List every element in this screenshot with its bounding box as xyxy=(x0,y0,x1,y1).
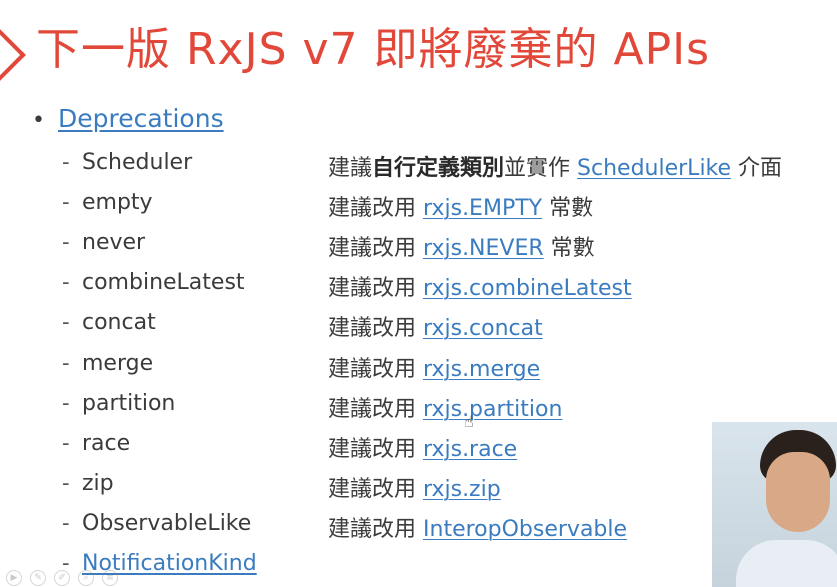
rec-link[interactable]: InteropObservable xyxy=(423,517,627,542)
api-name: merge xyxy=(82,351,154,376)
row-dash: - xyxy=(62,391,70,415)
rec-suffix: 常數 xyxy=(549,196,594,221)
rec-link[interactable]: SchedulerLike xyxy=(577,156,731,181)
deprecation-row: - Scheduler 建議自行定義類別並實作 SchedulerLike 介面 xyxy=(0,150,837,186)
row-dash: - xyxy=(62,190,70,214)
rec-link[interactable]: rxjs.combineLatest xyxy=(423,276,632,301)
rec-prefix: 建議改用 xyxy=(328,196,417,221)
deprecation-row: - never 建議改用 rxjs.NEVER 常數 xyxy=(0,230,837,266)
deprecations-link[interactable]: Deprecations xyxy=(58,104,224,133)
api-recommendation: 建議改用 rxjs.zip xyxy=(328,471,501,503)
presenter-shirt xyxy=(736,540,837,587)
row-dash: - xyxy=(62,511,70,535)
pen-icon[interactable]: ✐ xyxy=(54,570,70,586)
rec-link[interactable]: rxjs.race xyxy=(423,437,517,462)
api-recommendation: 建議改用 rxjs.partition xyxy=(328,391,562,423)
api-recommendation: 建議改用 rxjs.EMPTY 常數 xyxy=(328,190,593,222)
edit-icon[interactable]: ✎ xyxy=(30,570,46,586)
rec-prefix: 建議改用 xyxy=(328,276,417,301)
rec-prefix: 建議改用 xyxy=(328,477,417,502)
rec-prefix: 建議改用 xyxy=(328,357,417,382)
hand-pointer-icon: ☝ xyxy=(464,412,474,431)
row-dash: - xyxy=(62,150,70,174)
rec-prefix: 建議 xyxy=(328,156,373,181)
rec-prefix: 建議改用 xyxy=(328,397,417,422)
rec-link[interactable]: rxjs.partition xyxy=(423,397,562,422)
rec-mid: 並實作 xyxy=(504,156,571,181)
bullet-dot: • xyxy=(32,108,45,133)
presenter-face xyxy=(766,452,830,532)
api-name: ObservableLike xyxy=(82,511,252,536)
rec-suffix: 常數 xyxy=(550,236,595,261)
rec-link[interactable]: rxjs.EMPTY xyxy=(423,196,542,221)
rec-link[interactable]: rxjs.merge xyxy=(423,357,540,382)
api-name: race xyxy=(82,431,131,456)
deprecation-row: - concat 建議改用 rxjs.concat xyxy=(0,310,837,346)
rec-prefix: 建議改用 xyxy=(328,316,417,341)
slide-toolbar: ▶ ✎ ✐ ⌕ ≡ xyxy=(6,570,118,586)
search-icon[interactable]: ⌕ xyxy=(78,570,94,586)
api-name: Scheduler xyxy=(82,150,193,175)
row-dash: - xyxy=(62,351,70,375)
deprecation-row: - merge 建議改用 rxjs.merge xyxy=(0,351,837,387)
deprecation-row: - combineLatest 建議改用 rxjs.combineLatest xyxy=(0,270,837,306)
api-name: zip xyxy=(82,471,114,496)
row-dash: - xyxy=(62,471,70,495)
row-dash: - xyxy=(62,431,70,455)
rec-link[interactable]: rxjs.zip xyxy=(423,477,501,502)
presenter-webcam xyxy=(712,422,837,587)
rec-prefix: 建議改用 xyxy=(328,236,417,261)
title-chevron-icon xyxy=(0,28,26,82)
api-recommendation: 建議改用 rxjs.merge xyxy=(328,351,540,383)
row-dash: - xyxy=(62,310,70,334)
play-icon[interactable]: ▶ xyxy=(6,570,22,586)
row-dash: - xyxy=(62,270,70,294)
api-recommendation: 建議改用 InteropObservable xyxy=(328,511,627,543)
rec-suffix: 介面 xyxy=(738,156,783,181)
rec-bold: 自行定義類別 xyxy=(372,156,505,181)
api-recommendation: 建議自行定義類別並實作 SchedulerLike 介面 xyxy=(328,150,782,182)
api-name: empty xyxy=(82,190,153,215)
rec-prefix: 建議改用 xyxy=(328,437,417,462)
api-recommendation: 建議改用 rxjs.NEVER 常數 xyxy=(328,230,595,262)
deprecation-row: - empty 建議改用 rxjs.EMPTY 常數 xyxy=(0,190,837,226)
rec-prefix: 建議改用 xyxy=(328,517,417,542)
menu-icon[interactable]: ≡ xyxy=(102,570,118,586)
api-recommendation: 建議改用 rxjs.concat xyxy=(328,310,543,342)
api-name: concat xyxy=(82,310,156,335)
api-name: never xyxy=(82,230,146,255)
rec-link[interactable]: rxjs.concat xyxy=(423,316,543,341)
rec-link[interactable]: rxjs.NEVER xyxy=(423,236,544,261)
api-name: combineLatest xyxy=(82,270,245,295)
api-name: partition xyxy=(82,391,176,416)
slide-title: 下一版 RxJS v7 即將廢棄的 APIs xyxy=(36,24,711,75)
api-recommendation: 建議改用 rxjs.race xyxy=(328,431,517,463)
row-dash: - xyxy=(62,230,70,254)
api-recommendation: 建議改用 rxjs.combineLatest xyxy=(328,270,632,302)
